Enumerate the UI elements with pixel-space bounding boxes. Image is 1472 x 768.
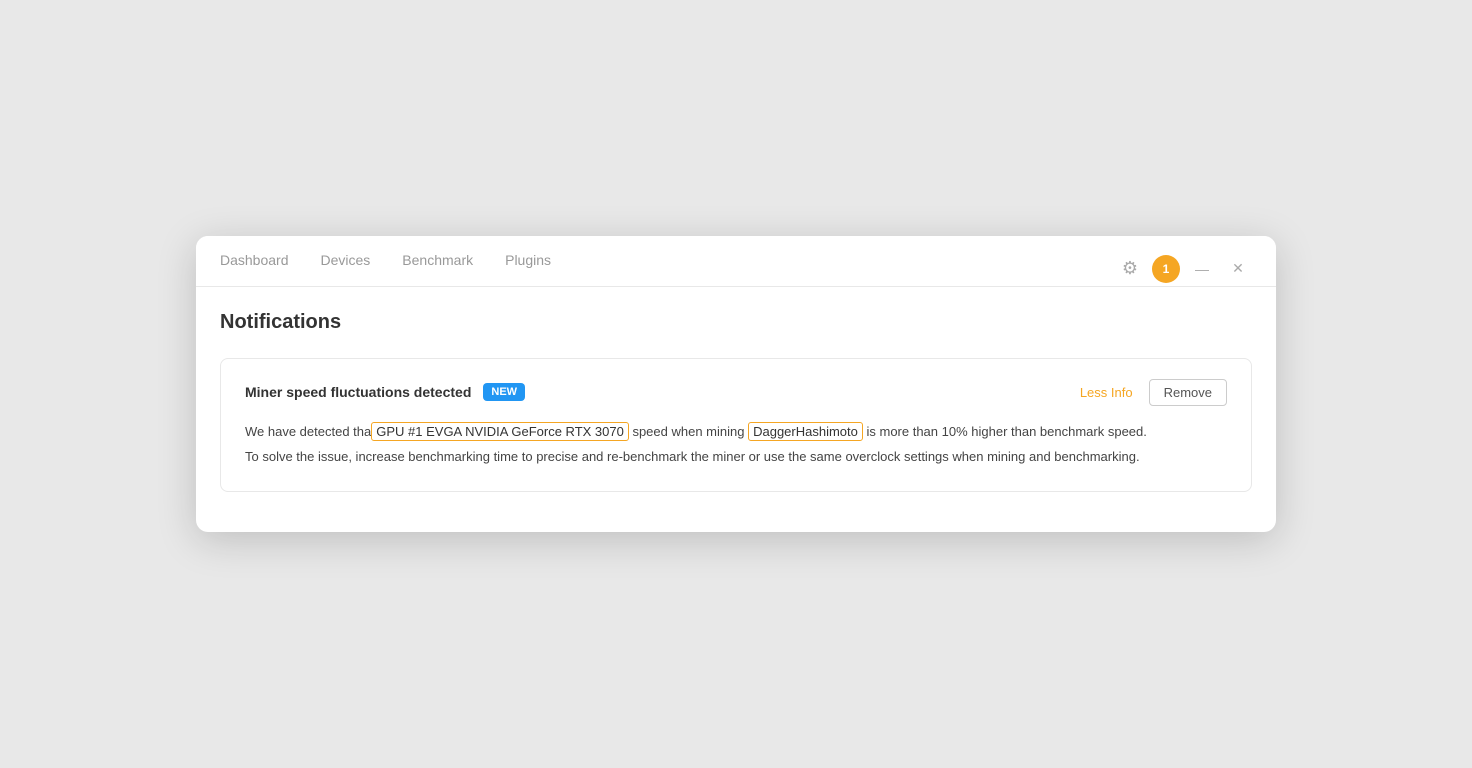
notification-actions: Less Info Remove — [1080, 379, 1227, 406]
notification-card: Miner speed fluctuations detected NEW Le… — [220, 358, 1252, 493]
tab-plugins[interactable]: Plugins — [505, 252, 551, 286]
titlebar: Dashboard Devices Benchmark Plugins ⚙ 1 … — [196, 236, 1276, 286]
tab-devices[interactable]: Devices — [321, 252, 371, 286]
notification-title: Miner speed fluctuations detected — [245, 384, 471, 400]
close-icon: ✕ — [1232, 260, 1244, 277]
notification-line1: We have detected thaGPU #1 EVGA NVIDIA G… — [245, 422, 1227, 443]
settings-button[interactable]: ⚙ — [1116, 255, 1144, 283]
line1-prefix: We have detected tha — [245, 424, 371, 439]
gpu-highlight: GPU #1 EVGA NVIDIA GeForce RTX 3070 — [371, 422, 629, 441]
new-badge: NEW — [483, 383, 525, 401]
app-window: Dashboard Devices Benchmark Plugins ⚙ 1 … — [196, 236, 1276, 533]
titlebar-controls: ⚙ 1 — ✕ — [1116, 255, 1252, 283]
line1-middle: speed when mining — [629, 424, 748, 439]
remove-button[interactable]: Remove — [1149, 379, 1227, 406]
notification-line2: To solve the issue, increase benchmarkin… — [245, 447, 1227, 468]
notification-title-group: Miner speed fluctuations detected NEW — [245, 383, 525, 401]
notification-header: Miner speed fluctuations detected NEW Le… — [245, 379, 1227, 406]
notification-body: We have detected thaGPU #1 EVGA NVIDIA G… — [245, 422, 1227, 468]
notification-button[interactable]: 1 — [1152, 255, 1180, 283]
close-button[interactable]: ✕ — [1224, 255, 1252, 283]
less-info-button[interactable]: Less Info — [1080, 385, 1133, 400]
notification-count: 1 — [1163, 262, 1170, 276]
gear-icon: ⚙ — [1122, 258, 1138, 279]
line1-suffix: is more than 10% higher than benchmark s… — [863, 424, 1147, 439]
algo-highlight: DaggerHashimoto — [748, 422, 863, 441]
page-title: Notifications — [220, 311, 1252, 334]
tab-benchmark[interactable]: Benchmark — [402, 252, 473, 286]
main-content: Notifications Miner speed fluctuations d… — [196, 311, 1276, 533]
minimize-button[interactable]: — — [1188, 255, 1216, 283]
tab-dashboard[interactable]: Dashboard — [220, 252, 289, 286]
minimize-icon: — — [1195, 261, 1209, 277]
header-divider — [196, 286, 1276, 287]
nav-tabs: Dashboard Devices Benchmark Plugins — [220, 252, 551, 286]
